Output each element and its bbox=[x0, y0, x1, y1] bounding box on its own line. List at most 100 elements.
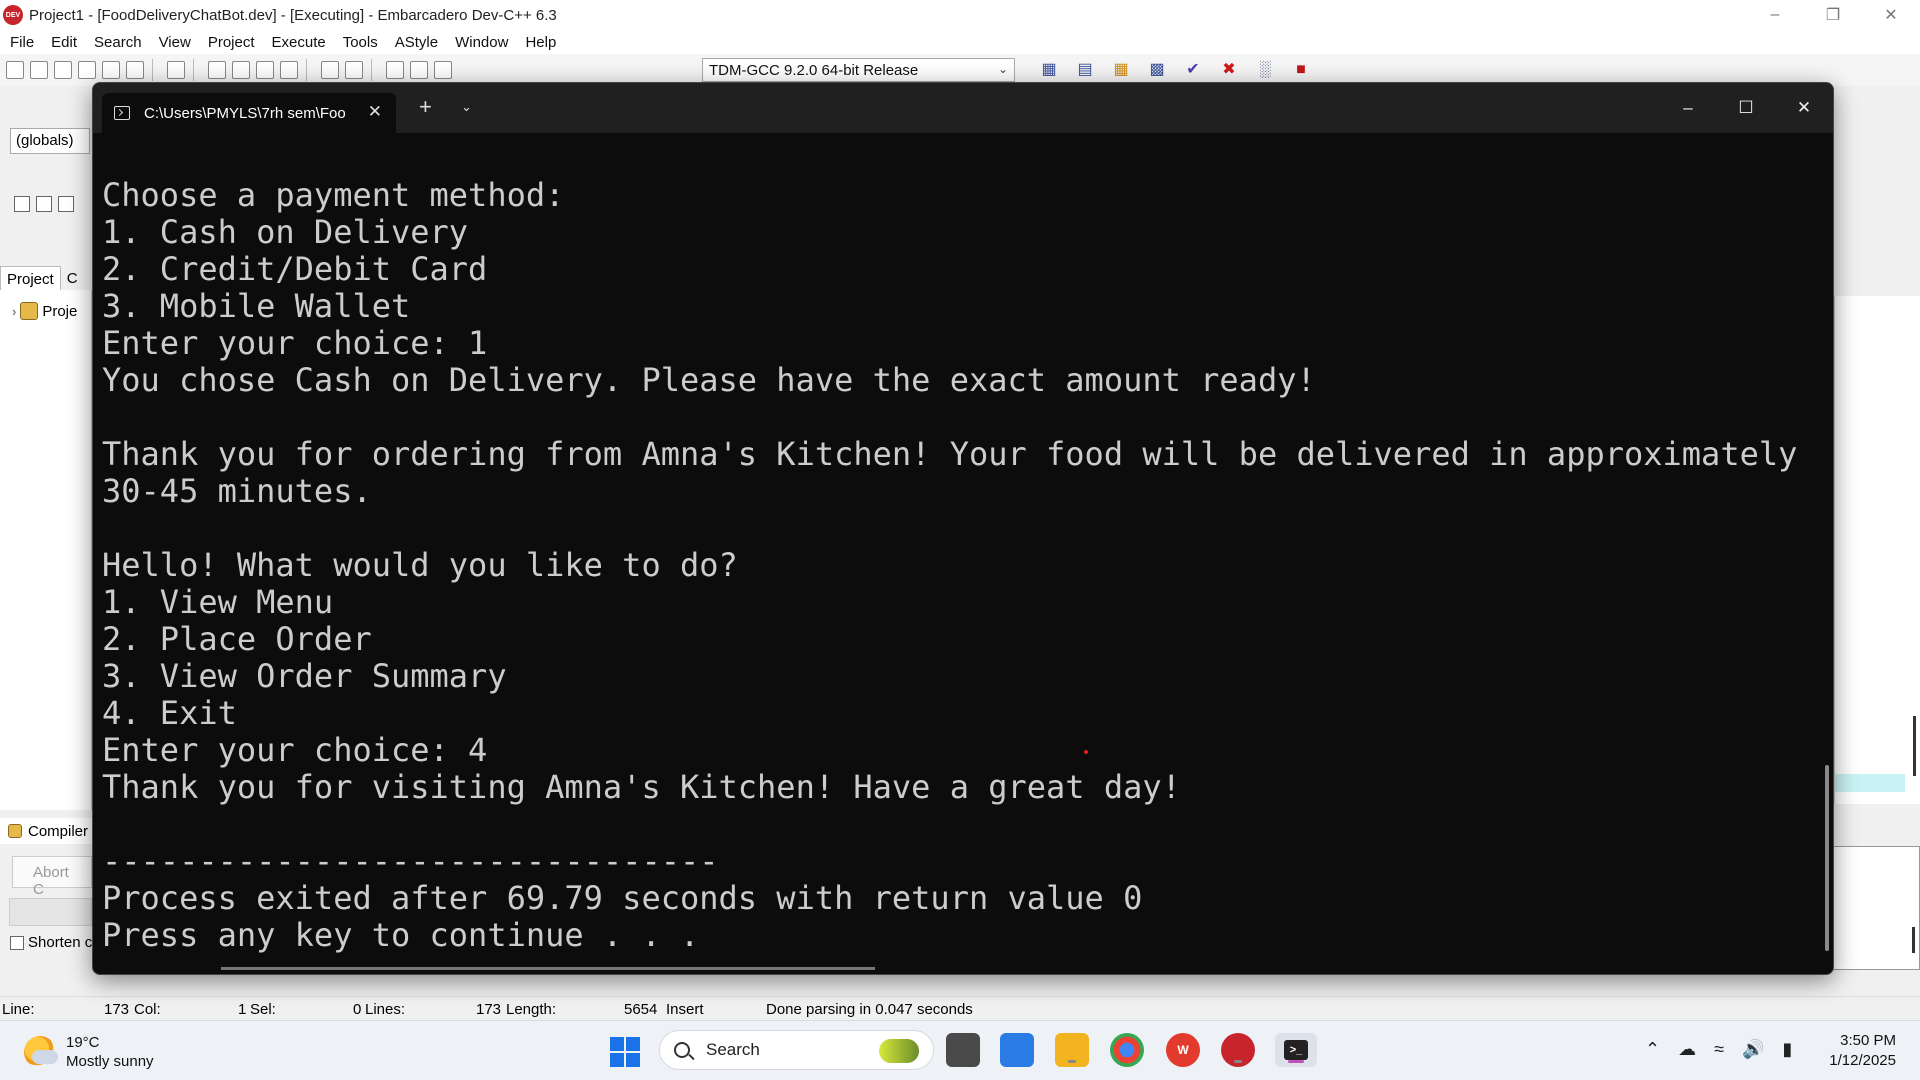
menu-execute[interactable]: Execute bbox=[272, 34, 326, 51]
status-sel-value: 0 bbox=[353, 1001, 362, 1018]
stop-execution-icon[interactable]: ✖ bbox=[1220, 61, 1238, 79]
shorten-paths-option[interactable]: Shorten c bbox=[10, 934, 92, 951]
close-file-icon[interactable] bbox=[102, 61, 120, 79]
grid-icon[interactable]: ▦ bbox=[1040, 61, 1058, 79]
wps-office-icon[interactable]: W bbox=[1166, 1033, 1200, 1067]
system-tray: ⌃ ☁ ≈ 🔊 ▮ bbox=[1645, 1039, 1792, 1060]
terminal-tab-bar: C:\Users\PMYLS\7rh sem\Foo ✕ + ⌄ – ☐ ✕ bbox=[93, 83, 1833, 133]
terminal-taskbar-icon[interactable]: >_ bbox=[1275, 1033, 1317, 1067]
wifi-icon[interactable]: ≈ bbox=[1714, 1039, 1724, 1060]
redo-icon[interactable] bbox=[345, 61, 363, 79]
output-scrollbar[interactable] bbox=[1912, 927, 1915, 953]
find-icon[interactable] bbox=[208, 61, 226, 79]
terminal-line: Thank you for ordering from Amna's Kitch… bbox=[102, 436, 1798, 473]
layout-icon[interactable]: ▤ bbox=[1076, 61, 1094, 79]
menu-project[interactable]: Project bbox=[208, 34, 255, 51]
print-icon[interactable] bbox=[167, 61, 185, 79]
profile-chart-icon[interactable]: ░ bbox=[1256, 61, 1274, 79]
terminal-tab[interactable]: C:\Users\PMYLS\7rh sem\Foo ✕ bbox=[102, 93, 396, 133]
terminal-horizontal-scrollbar[interactable] bbox=[221, 967, 875, 970]
new-tab-icon[interactable]: + bbox=[419, 94, 432, 120]
terminal-line: 30-45 minutes. bbox=[102, 473, 372, 510]
search-label: Search bbox=[706, 1040, 760, 1059]
terminal-minimize-button[interactable]: – bbox=[1659, 83, 1717, 133]
compiler-select[interactable]: TDM-GCC 9.2.0 64-bit Release ⌄ bbox=[702, 58, 1015, 82]
project-tree-item[interactable]: › Proje bbox=[12, 302, 77, 320]
undo-icon[interactable] bbox=[321, 61, 339, 79]
terminal-scrollbar[interactable] bbox=[1825, 765, 1829, 951]
check-syntax-icon[interactable]: ✔ bbox=[1184, 61, 1202, 79]
microsoft-store-icon[interactable] bbox=[1000, 1033, 1034, 1067]
indent-icon[interactable] bbox=[386, 61, 404, 79]
volume-icon[interactable]: 🔊 bbox=[1742, 1039, 1764, 1060]
editor-scrollbar[interactable] bbox=[1913, 716, 1916, 776]
menu-tools[interactable]: Tools bbox=[343, 34, 378, 51]
go-back-icon[interactable] bbox=[36, 196, 52, 212]
bookmark-icon[interactable] bbox=[280, 61, 298, 79]
windows-logo-icon bbox=[626, 1037, 640, 1051]
task-view-icon[interactable] bbox=[946, 1033, 980, 1067]
terminal-line: 1. View Menu bbox=[102, 584, 334, 621]
start-button[interactable] bbox=[610, 1037, 640, 1067]
save-icon[interactable] bbox=[54, 61, 72, 79]
terminal-icon bbox=[114, 106, 130, 120]
unindent-icon[interactable] bbox=[410, 61, 428, 79]
compiler-output-panel bbox=[1830, 846, 1920, 970]
terminal-maximize-button[interactable]: ☐ bbox=[1717, 83, 1775, 133]
status-length-value: 5654 bbox=[624, 1001, 658, 1018]
chevron-down-icon: ⌄ bbox=[997, 62, 1008, 76]
menu-search[interactable]: Search bbox=[94, 34, 142, 51]
compiler-icon bbox=[8, 824, 22, 838]
chevron-up-icon[interactable]: ⌃ bbox=[1645, 1039, 1660, 1060]
status-message: Done parsing in 0.047 seconds bbox=[766, 1001, 973, 1018]
add-icon[interactable] bbox=[14, 196, 30, 212]
onedrive-icon[interactable]: ☁ bbox=[1678, 1039, 1696, 1060]
class-browser-tools bbox=[14, 196, 74, 212]
menu-astyle[interactable]: AStyle bbox=[395, 34, 438, 51]
terminal-window[interactable]: C:\Users\PMYLS\7rh sem\Foo ✕ + ⌄ – ☐ ✕ C… bbox=[92, 82, 1834, 975]
restore-button[interactable]: ❐ bbox=[1804, 0, 1862, 30]
colorful-grid-icon[interactable]: ▦ bbox=[1112, 61, 1130, 79]
menu-file[interactable]: File bbox=[10, 34, 34, 51]
weather-widget[interactable]: 19°C Mostly sunny bbox=[24, 1033, 154, 1071]
project-tree-label: Proje bbox=[42, 302, 78, 320]
chevron-right-icon[interactable]: › bbox=[12, 304, 16, 319]
tab-project[interactable]: Project bbox=[0, 266, 61, 290]
tiles-icon[interactable]: ▩ bbox=[1148, 61, 1166, 79]
close-all-icon[interactable] bbox=[126, 61, 144, 79]
minimize-button[interactable]: – bbox=[1746, 0, 1804, 30]
bookmark-list-icon[interactable] bbox=[58, 196, 74, 212]
menu-window[interactable]: Window bbox=[455, 34, 508, 51]
save-all-icon[interactable] bbox=[78, 61, 96, 79]
menu-bar: File Edit Search View Project Execute To… bbox=[0, 30, 1920, 54]
goto-icon[interactable] bbox=[256, 61, 274, 79]
menu-view[interactable]: View bbox=[159, 34, 191, 51]
battery-icon[interactable]: ▮ bbox=[1782, 1039, 1792, 1060]
close-button[interactable]: ✕ bbox=[1862, 0, 1920, 30]
file-explorer-icon[interactable] bbox=[1055, 1033, 1089, 1067]
compiler-tab[interactable]: Compiler bbox=[0, 818, 92, 844]
shorten-checkbox[interactable] bbox=[10, 935, 24, 950]
terminal-line: Process exited after 69.79 seconds with … bbox=[102, 880, 1143, 917]
taskbar-search[interactable]: Search bbox=[659, 1030, 934, 1070]
tab-classes[interactable]: C bbox=[61, 266, 84, 290]
terminal-close-button[interactable]: ✕ bbox=[1775, 83, 1833, 133]
globals-dropdown[interactable]: (globals) bbox=[10, 128, 90, 154]
open-file-icon[interactable] bbox=[30, 61, 48, 79]
menu-edit[interactable]: Edit bbox=[51, 34, 77, 51]
delete-profile-icon[interactable]: ■ bbox=[1292, 61, 1310, 79]
system-clock[interactable]: 3:50 PM 1/12/2025 bbox=[1829, 1031, 1896, 1071]
devcpp-taskbar-icon[interactable] bbox=[1221, 1033, 1255, 1067]
chrome-icon[interactable] bbox=[1110, 1033, 1144, 1067]
devcpp-app-icon: DEV bbox=[3, 5, 23, 25]
replace-icon[interactable] bbox=[232, 61, 250, 79]
abort-compilation-button[interactable]: Abort C bbox=[12, 856, 92, 898]
new-file-icon[interactable] bbox=[6, 61, 24, 79]
toggle-comment-icon[interactable] bbox=[434, 61, 452, 79]
chevron-down-icon[interactable]: ⌄ bbox=[461, 99, 472, 115]
close-tab-icon[interactable]: ✕ bbox=[368, 102, 382, 122]
search-icon bbox=[674, 1042, 690, 1058]
terminal-line: 4. Exit bbox=[102, 695, 237, 732]
menu-help[interactable]: Help bbox=[525, 34, 556, 51]
